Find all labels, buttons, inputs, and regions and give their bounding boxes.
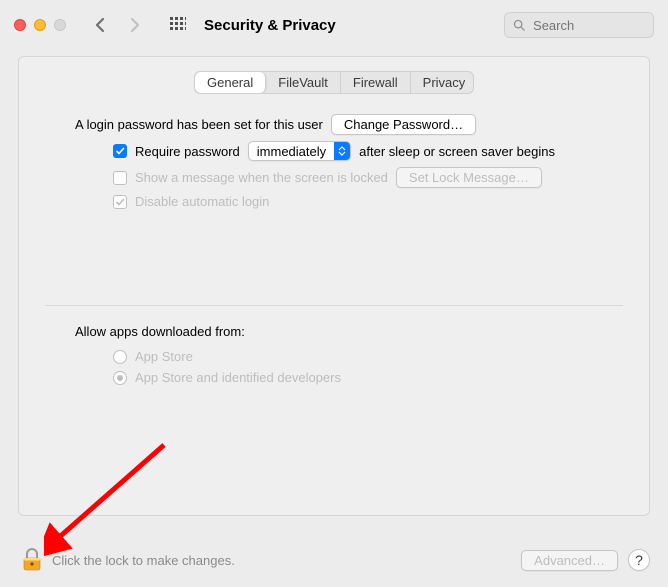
require-password-delay-value: immediately [249, 144, 334, 159]
lock-text: Click the lock to make changes. [52, 553, 235, 568]
downloads-label: Allow apps downloaded from: [75, 324, 623, 339]
lock-button[interactable]: Click the lock to make changes. [22, 548, 235, 572]
login-password-label: A login password has been set for this u… [75, 117, 323, 132]
tab-filevault[interactable]: FileVault [266, 72, 341, 93]
show-message-label: Show a message when the screen is locked [135, 170, 388, 185]
content-panel: General FileVault Firewall Privacy A log… [18, 56, 650, 516]
show-all-button[interactable] [166, 13, 190, 37]
search-field[interactable] [504, 12, 654, 38]
nav-back-button[interactable] [88, 13, 112, 37]
tab-privacy[interactable]: Privacy [411, 72, 474, 93]
change-password-button[interactable]: Change Password… [331, 114, 476, 135]
radio-app-store-label: App Store [135, 349, 193, 364]
advanced-button: Advanced… [521, 550, 618, 571]
tab-bar: General FileVault Firewall Privacy [194, 71, 474, 94]
zoom-window-button [54, 19, 66, 31]
stepper-arrows-icon [334, 142, 350, 160]
radio-app-store [113, 350, 127, 364]
require-password-label-before: Require password [135, 144, 240, 159]
titlebar: Security & Privacy [0, 0, 668, 50]
tab-firewall[interactable]: Firewall [341, 72, 411, 93]
require-password-checkbox[interactable] [113, 144, 127, 158]
require-password-delay-select[interactable]: immediately [248, 141, 351, 161]
lock-icon [22, 548, 42, 572]
search-icon [513, 18, 525, 32]
require-password-label-after: after sleep or screen saver begins [359, 144, 555, 159]
set-lock-message-button: Set Lock Message… [396, 167, 542, 188]
minimize-window-button[interactable] [34, 19, 46, 31]
radio-identified-developers-label: App Store and identified developers [135, 370, 341, 385]
radio-identified-developers [113, 371, 127, 385]
footer: Click the lock to make changes. Advanced… [0, 533, 668, 587]
disable-auto-login-label: Disable automatic login [135, 194, 269, 209]
search-input[interactable] [531, 17, 645, 34]
window-title: Security & Privacy [204, 17, 336, 34]
show-message-checkbox [113, 171, 127, 185]
close-window-button[interactable] [14, 19, 26, 31]
window-controls [14, 19, 66, 31]
tab-general[interactable]: General [195, 72, 266, 93]
help-button[interactable]: ? [628, 549, 650, 571]
disable-auto-login-checkbox [113, 195, 127, 209]
nav-forward-button [122, 13, 146, 37]
